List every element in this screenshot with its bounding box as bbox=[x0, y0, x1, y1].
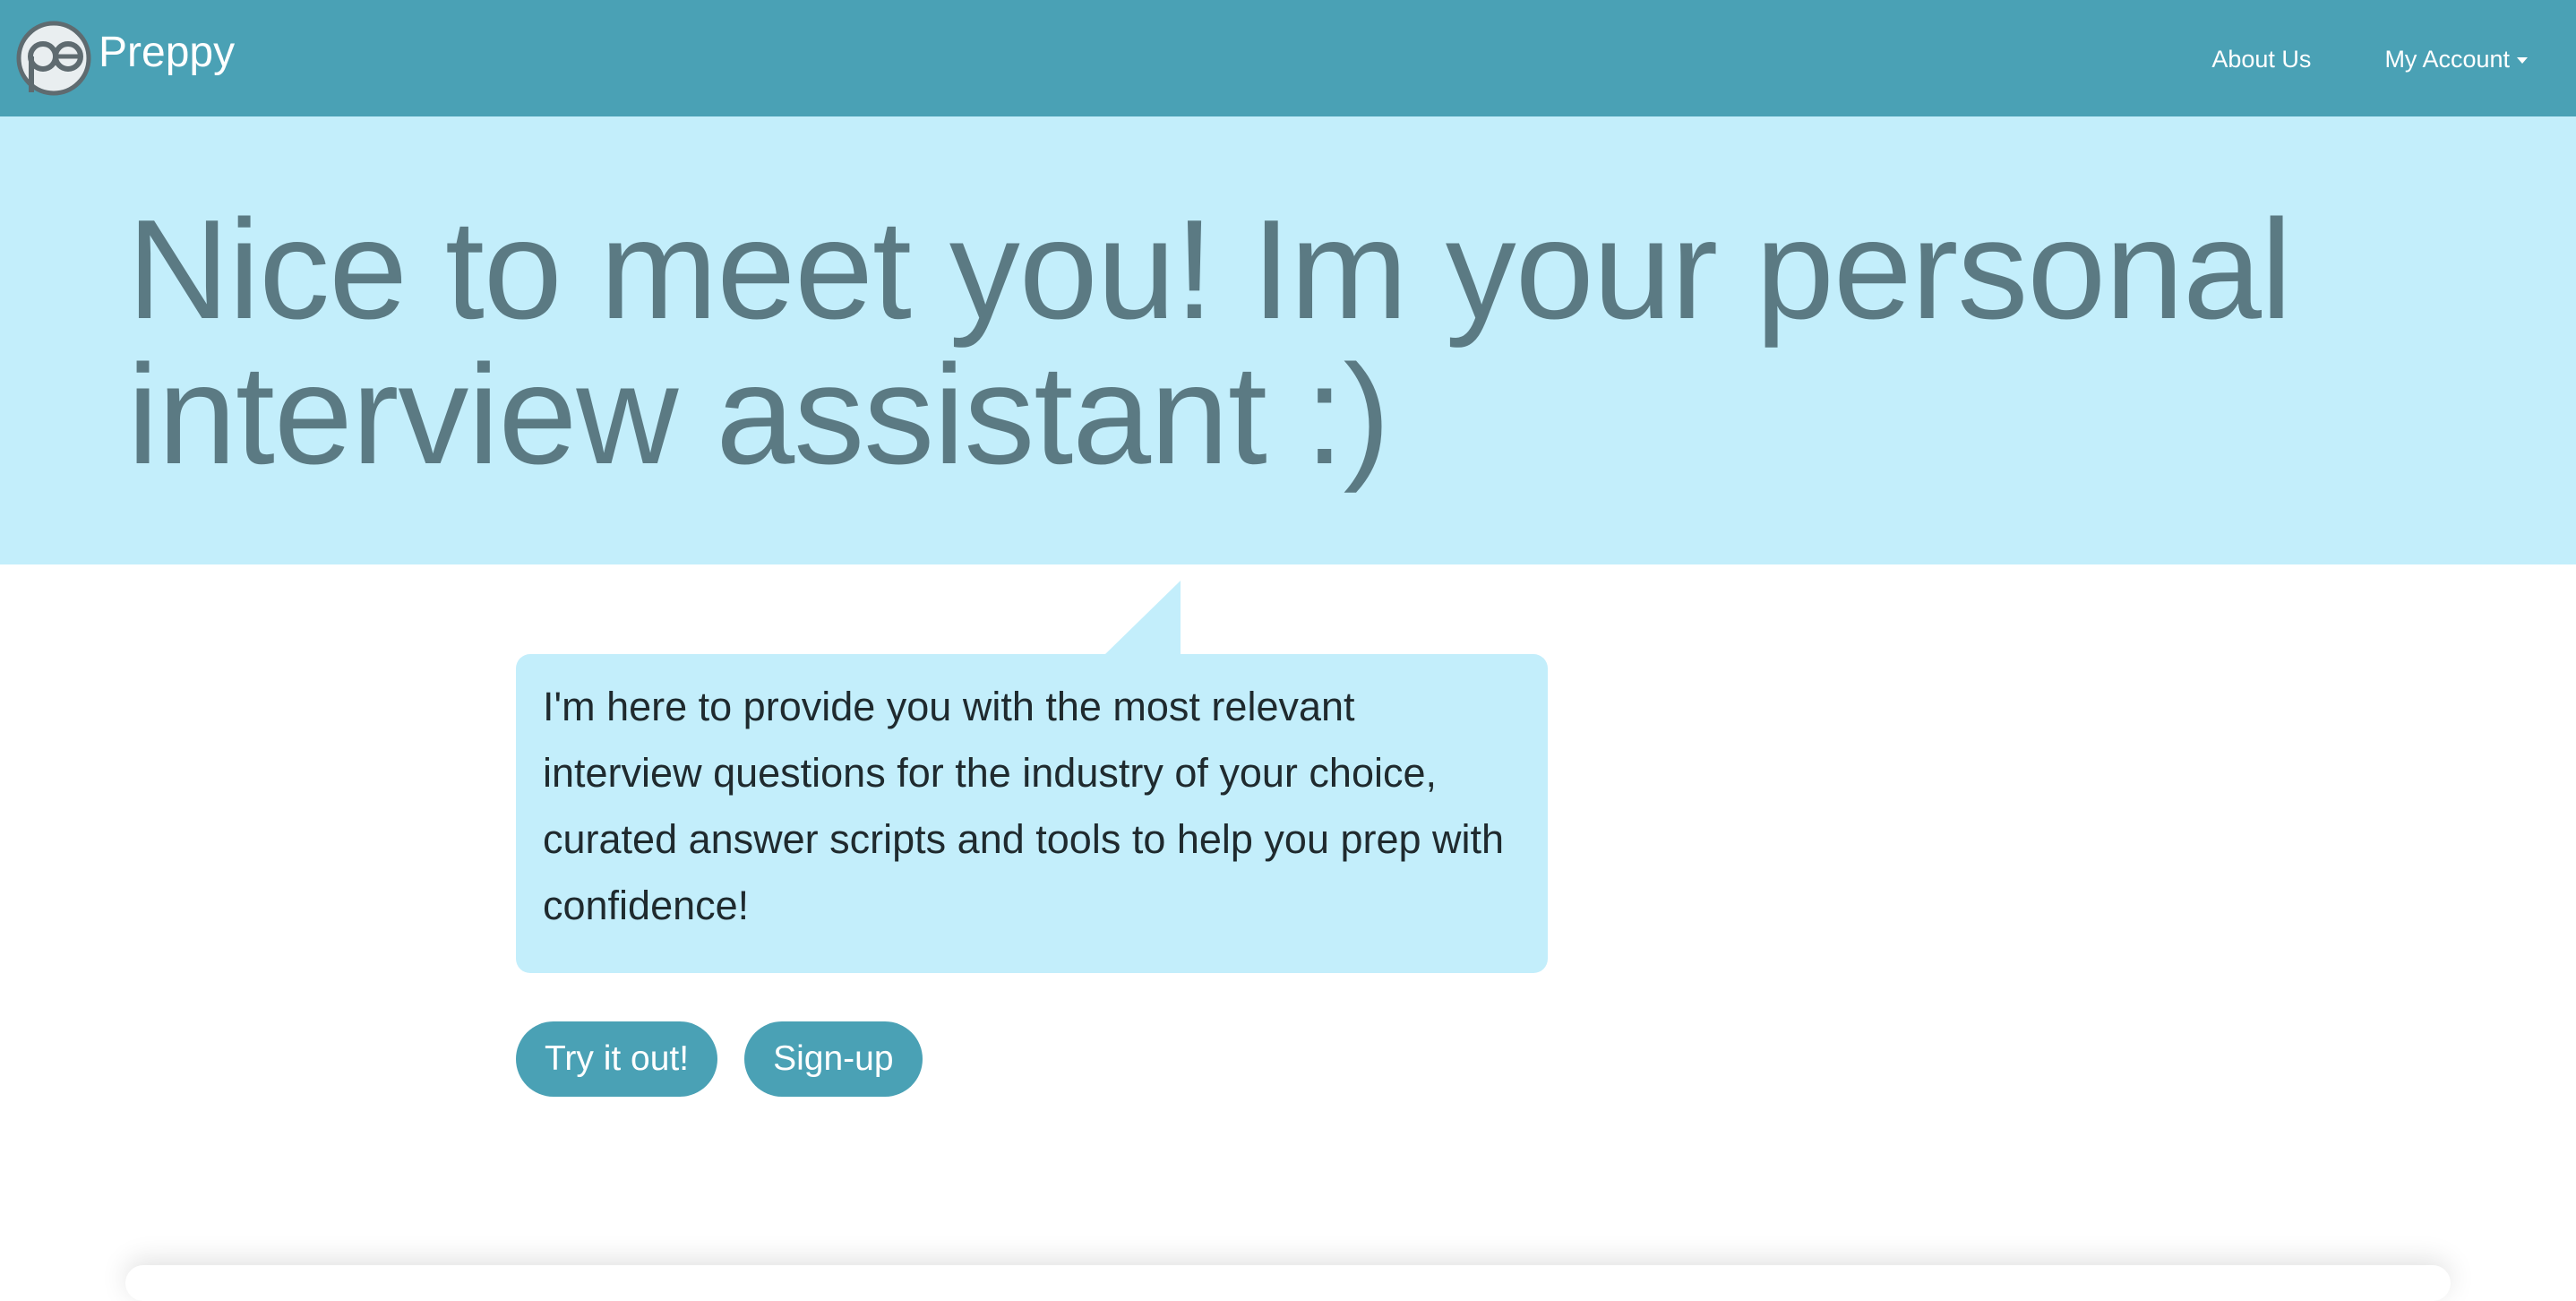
nav-link-about-us-label: About Us bbox=[2211, 45, 2312, 73]
action-buttons: Try it out! Sign-up bbox=[516, 1021, 923, 1097]
top-navbar: Preppy About Us My Account bbox=[0, 0, 2576, 116]
nav-link-my-account[interactable]: My Account bbox=[2384, 46, 2528, 73]
nav-link-my-account-label: My Account bbox=[2384, 45, 2510, 73]
preppy-logo-icon bbox=[16, 21, 91, 96]
nav-link-about-us[interactable]: About Us bbox=[2211, 46, 2311, 73]
hero-banner: Nice to meet you! Im your personal inter… bbox=[0, 116, 2576, 564]
nav-links: About Us My Account bbox=[2211, 0, 2528, 116]
hero-title: Nice to meet you! Im your personal inter… bbox=[127, 191, 2292, 494]
try-it-out-button[interactable]: Try it out! bbox=[516, 1021, 718, 1097]
brand-name: Preppy bbox=[99, 28, 236, 76]
speech-bubble: I'm here to provide you with the most re… bbox=[516, 654, 1548, 973]
speech-bubble-tail bbox=[1105, 581, 1181, 654]
sign-up-button[interactable]: Sign-up bbox=[744, 1021, 923, 1097]
caret-down-icon bbox=[2517, 56, 2528, 64]
brand-link[interactable]: Preppy bbox=[16, 20, 235, 97]
content-card-edge bbox=[125, 1265, 2451, 1301]
speech-bubble-text: I'm here to provide you with the most re… bbox=[543, 684, 1505, 928]
